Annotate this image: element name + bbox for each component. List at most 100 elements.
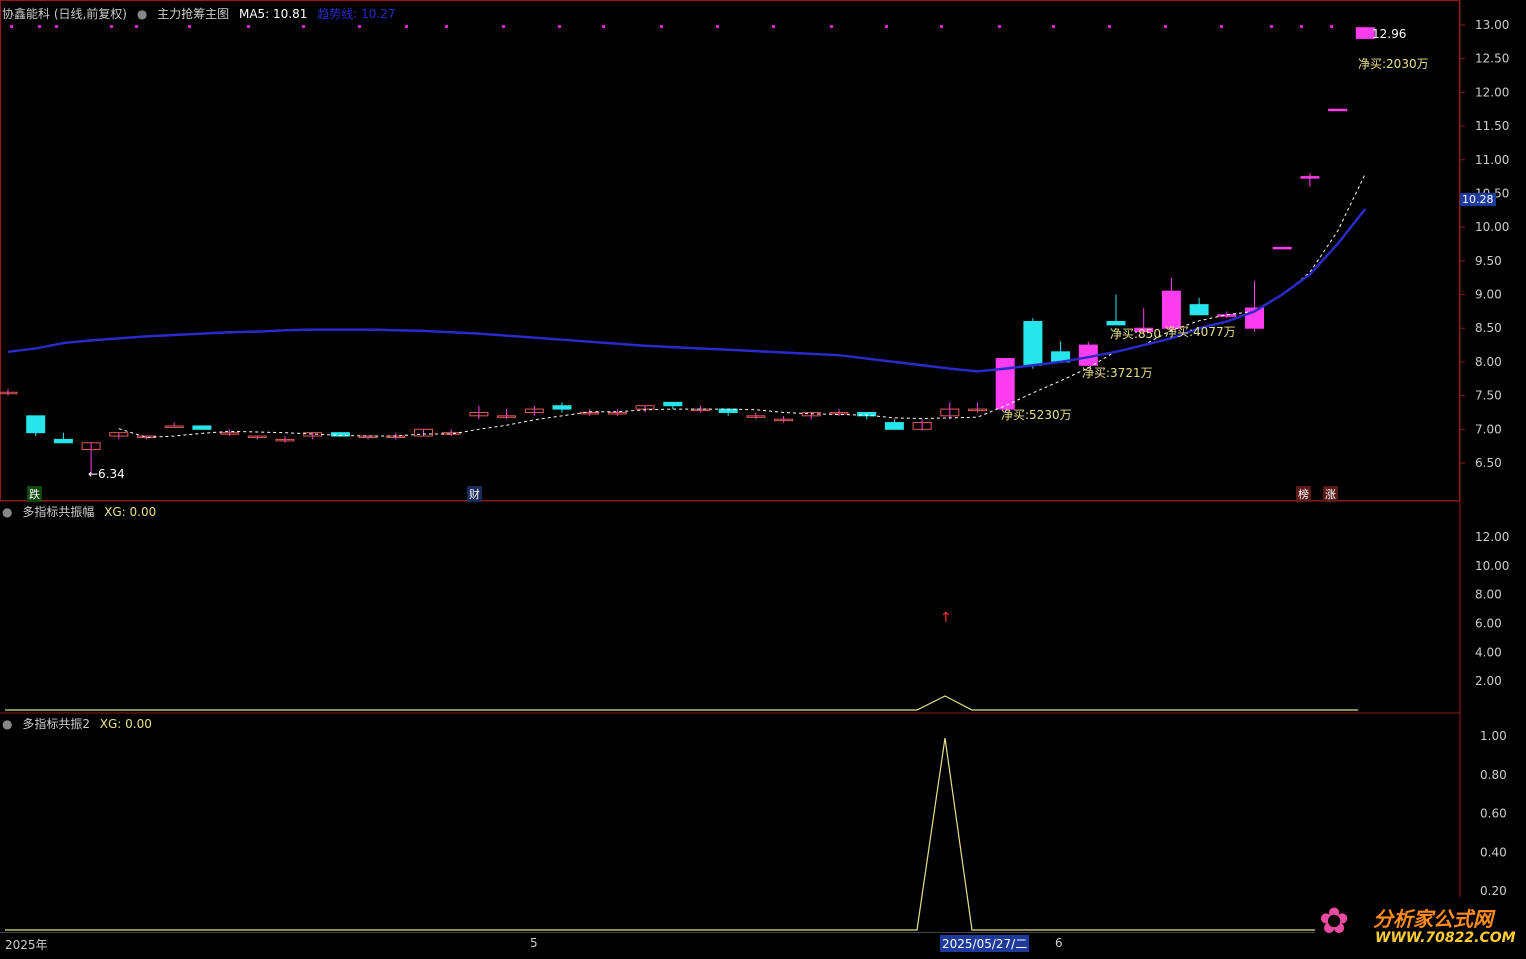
sub1-tick-label: 8.00: [1475, 588, 1502, 602]
signal-dot: [772, 25, 775, 28]
high-label: 12.96: [1372, 27, 1407, 41]
sub1-tick-label: 2.00: [1475, 674, 1502, 688]
price-tick-label: 9.50: [1475, 254, 1502, 268]
logo-url: WWW.70822.COM: [1375, 930, 1516, 946]
candle-body: [1023, 320, 1043, 366]
time-label: 2025年: [5, 938, 48, 952]
net-buy-label: 净买:2030万: [1358, 57, 1429, 71]
signal-dot: [1108, 25, 1111, 28]
settings-icon[interactable]: ●: [2, 505, 12, 519]
signal-dot: [405, 25, 408, 28]
settings-icon[interactable]: ●: [2, 717, 12, 731]
sub2-xg: XG: 0.00: [99, 717, 152, 731]
signal-dot: [602, 25, 605, 28]
event-tag[interactable]: 财: [467, 486, 482, 502]
candle-body: [1272, 246, 1292, 250]
signal-dot: [445, 25, 448, 28]
time-axis: 2025年 5 2025/05/27/二 6: [0, 932, 1460, 953]
net-buy-label: 净买:850: [1110, 327, 1161, 341]
signal-dot: [998, 25, 1001, 28]
signal-dot: [940, 25, 943, 28]
sub1-name[interactable]: 多指标共振幅: [22, 505, 94, 519]
time-label: 5: [530, 936, 538, 950]
signal-dot: [38, 25, 41, 28]
candle-body: [192, 425, 212, 430]
sub2-signal-line: [5, 737, 1358, 931]
sub2-tick-label: 0.60: [1480, 807, 1507, 821]
indicator-name[interactable]: 主力抢筹主图: [157, 7, 229, 21]
net-buy-label: 净买:4077万: [1165, 325, 1236, 339]
candle-body: [1189, 304, 1209, 316]
signal-dot: [885, 25, 888, 28]
signal-dot: [110, 25, 113, 28]
candle-body: [1300, 176, 1320, 179]
main-chart-header: 协鑫能科 (日线,前复权) ● 主力抢筹主图 MA5: 10.81 趋势线: 1…: [2, 5, 401, 22]
signal-dot: [1300, 25, 1303, 28]
signal-dot: [10, 25, 13, 28]
event-tag[interactable]: 涨: [1323, 486, 1338, 502]
candle-body: [884, 422, 904, 430]
sub2-tick-label: 0.80: [1480, 768, 1507, 782]
signal-dot: [135, 25, 138, 28]
low-label: ←6.34: [88, 467, 125, 481]
sub2-tick-label: 0.40: [1480, 845, 1507, 859]
price-tick-label: 9.00: [1475, 288, 1502, 302]
sub1-xg: XG: 0.00: [104, 505, 157, 519]
price-tick-label: 12.00: [1475, 85, 1509, 99]
settings-icon[interactable]: ●: [137, 7, 147, 21]
ma5-value: MA5: 10.81: [238, 7, 308, 21]
sub2-tick-label: 1.00: [1480, 729, 1507, 743]
cursor-date: 2025/05/27/二: [940, 935, 1030, 952]
candle-body: [53, 438, 73, 444]
net-buy-label: 净买:3721万: [1082, 366, 1153, 380]
price-tick-label: 7.00: [1475, 422, 1502, 436]
signal-dot: [55, 25, 58, 28]
signal-dot: [188, 25, 191, 28]
price-tick-label: 7.50: [1475, 389, 1502, 403]
signal-dot: [502, 25, 505, 28]
trend-value: 趋势线: 10.27: [317, 7, 396, 21]
sub1-tick-label: 6.00: [1475, 617, 1502, 631]
sub1-tick-label: 10.00: [1475, 559, 1509, 573]
net-buy-label: 净买:5230万: [1001, 408, 1072, 422]
price-tick-label: 8.50: [1475, 321, 1502, 335]
sub1-tick-label: 12.00: [1475, 530, 1509, 544]
logo-name: 分析家公式网: [1373, 907, 1493, 931]
candle-body: [663, 401, 683, 407]
price-tick-label: 11.50: [1475, 119, 1509, 133]
sub1-tick-label: 4.00: [1475, 645, 1502, 659]
main-panel-frame: [0, 0, 1460, 501]
time-label: 6: [1055, 936, 1063, 950]
signal-dot: [1052, 25, 1055, 28]
candle-body: [1217, 314, 1237, 317]
sub1-header: ● 多指标共振幅 XG: 0.00: [2, 503, 162, 520]
signal-dot: [830, 25, 833, 28]
price-tick-label: 12.50: [1475, 52, 1509, 66]
chart-stage: 13.0012.5012.0011.5011.0010.5010.009.509…: [0, 0, 1526, 955]
up-arrow-icon: ↑: [940, 610, 952, 626]
sub2-header: ● 多指标共振2 XG: 0.00: [2, 715, 158, 732]
signal-dot: [716, 25, 719, 28]
current-price-tag: 10.28: [1460, 193, 1496, 206]
signal-dot: [247, 25, 250, 28]
signal-dot: [1220, 25, 1223, 28]
sub2-name[interactable]: 多指标共振2: [22, 717, 90, 731]
price-tick-label: 8.00: [1475, 355, 1502, 369]
signal-dot: [660, 25, 663, 28]
stock-title[interactable]: 协鑫能科 (日线,前复权): [2, 7, 127, 21]
sub1-signal-line: [5, 695, 1358, 711]
event-tag[interactable]: 跌: [27, 486, 42, 502]
price-tick-label: 11.00: [1475, 153, 1509, 167]
candle-body: [26, 415, 46, 434]
trend-line: [7, 208, 1367, 373]
event-tag[interactable]: 榜: [1296, 486, 1311, 502]
signal-dot: [558, 25, 561, 28]
signal-dot: [302, 25, 305, 28]
chart-canvas: 13.0012.5012.0011.5011.0010.5010.009.509…: [0, 0, 1509, 932]
signal-dot: [1164, 25, 1167, 28]
price-tick-label: 10.00: [1475, 220, 1509, 234]
candle-body: [552, 405, 572, 410]
candle-body: [1328, 108, 1348, 112]
flower-icon: ✿: [1319, 901, 1350, 942]
site-logo: ✿ 分析家公式网 WWW.70822.COM: [1315, 897, 1520, 952]
